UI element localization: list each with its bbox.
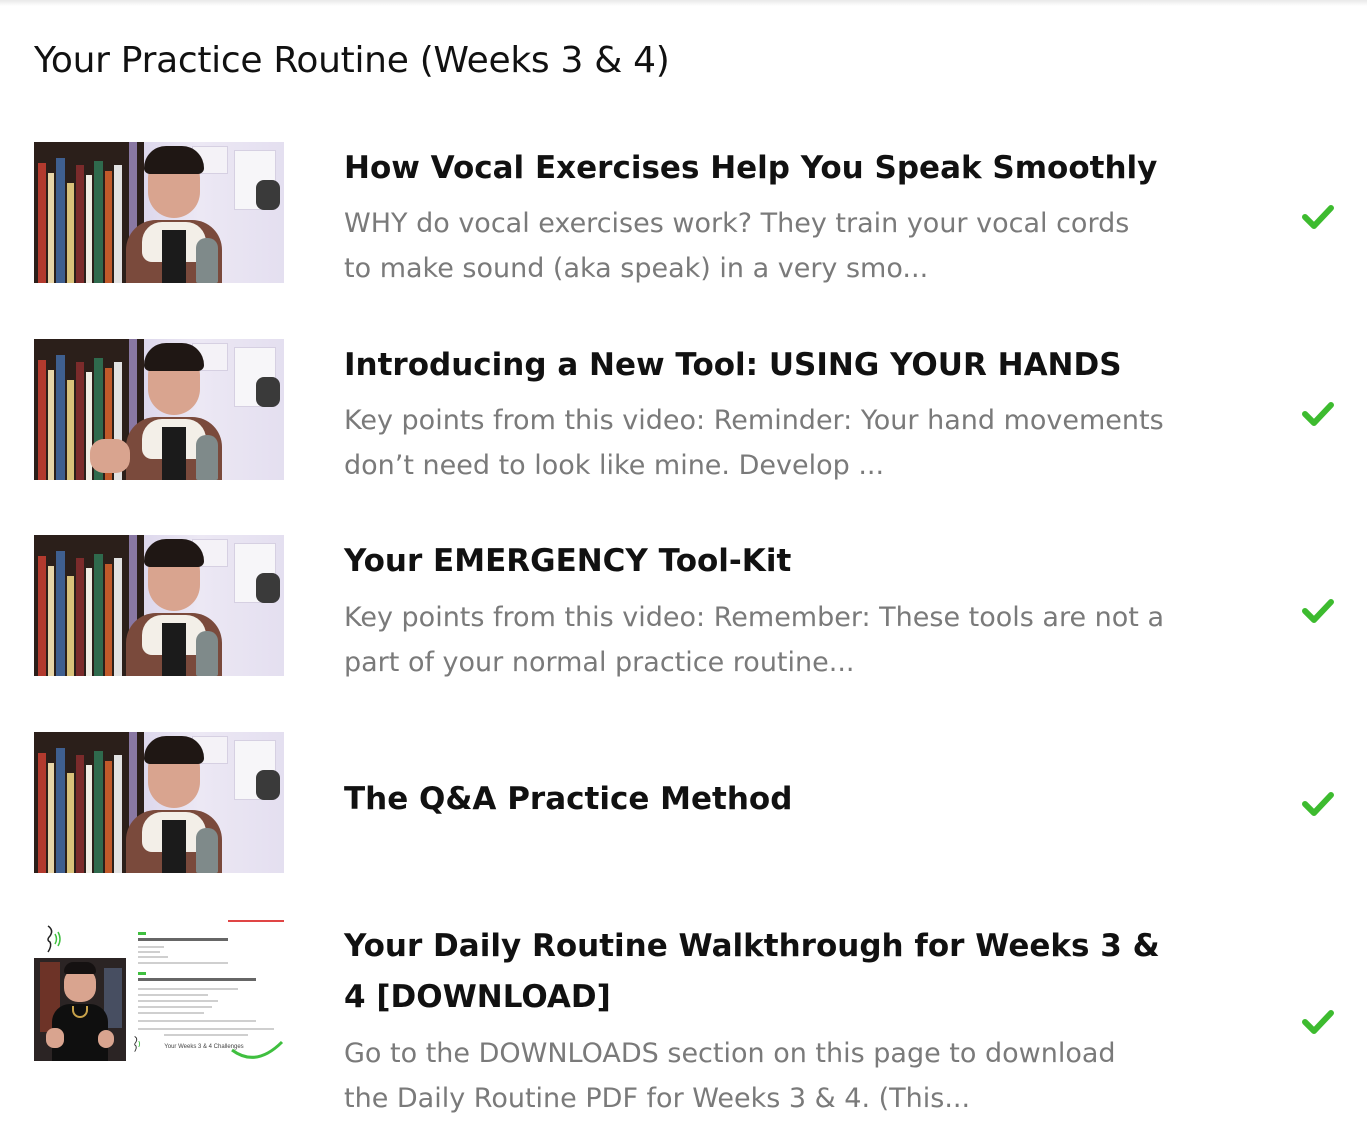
lesson-title[interactable]: Introducing a New Tool: USING YOUR HANDS [344, 340, 1164, 391]
lesson-description: Key points from this video: Remember: Th… [344, 602, 1165, 678]
presenter-video-frame [34, 958, 126, 1061]
checkmark-icon [1302, 205, 1334, 229]
lesson-title[interactable]: How Vocal Exercises Help You Speak Smoot… [344, 143, 1164, 194]
checkmark-icon [1302, 792, 1334, 816]
video-thumbnail[interactable] [34, 535, 284, 676]
lesson-title[interactable]: Your Daily Routine Walkthrough for Weeks… [344, 921, 1164, 1023]
lesson-title[interactable]: The Q&A Practice Method [344, 774, 1164, 825]
lesson-description: Key points from this video: Reminder: Yo… [344, 405, 1164, 481]
checkmark-icon [1302, 599, 1334, 623]
lesson-description: Go to the DOWNLOADS section on this page… [344, 1038, 1116, 1114]
document-thumbnail[interactable]: Your Weeks 3 & 4 Challenges [34, 920, 284, 1061]
section-title: Your Practice Routine (Weeks 3 & 4) [34, 40, 670, 81]
video-thumbnail[interactable] [34, 142, 284, 283]
green-arc-decoration [231, 1040, 284, 1059]
video-thumbnail[interactable] [34, 732, 284, 873]
video-thumbnail[interactable] [34, 339, 284, 480]
top-edge-shadow [0, 0, 1367, 6]
lesson-title[interactable]: Your EMERGENCY Tool-Kit [344, 536, 1164, 587]
lesson-description: WHY do vocal exercises work? They train … [344, 208, 1130, 284]
speaker-logo-icon [47, 925, 61, 953]
checkmark-icon [1302, 1010, 1334, 1034]
checkmark-icon [1302, 402, 1334, 426]
